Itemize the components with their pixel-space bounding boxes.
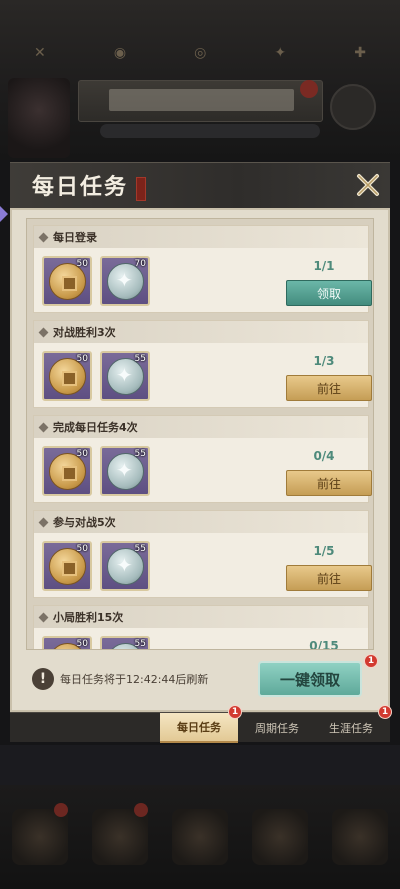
reward-count: 50 [76, 354, 88, 364]
go-button[interactable]: 前往 [286, 565, 372, 591]
claim-button[interactable]: 领取 [286, 280, 372, 306]
reward-item[interactable]: 50 [42, 351, 92, 401]
task-item: 对战胜利3次 50 55 1/3 前往 [33, 320, 372, 408]
task-item: 完成每日任务4次 50 55 0/4 前往 [33, 415, 372, 503]
task-progress: 1/5 [313, 544, 335, 558]
bg-star-icon: ✦ [274, 45, 287, 61]
reward-item[interactable]: 55 [100, 446, 150, 496]
bg-nav-icon [12, 803, 68, 865]
reward-item[interactable]: 55 [100, 636, 150, 649]
task-name: 完成每日任务4次 [53, 421, 138, 434]
seal-stamp-icon [136, 177, 146, 201]
background-chat [0, 745, 400, 785]
task-name: 参与对战5次 [53, 516, 116, 529]
dialog-body: 每日登录50701/1领取对战胜利3次50551/3前往完成每日任务4次5055… [10, 208, 390, 712]
task-header: 对战胜利3次 [34, 321, 368, 343]
reward-count: 50 [76, 639, 88, 649]
reward-count: 55 [134, 354, 146, 364]
tab-periodic-tasks[interactable]: 周期任务 [238, 713, 316, 743]
task-progress: 1/1 [313, 259, 335, 273]
background-bottom-nav [0, 785, 400, 889]
background-badge [300, 80, 318, 98]
bg-nav-icon [92, 803, 148, 865]
task-header: 参与对战5次 [34, 511, 368, 533]
dialog-title: 每日任务 [32, 174, 129, 200]
bg-close-icon: ✕ [34, 45, 46, 61]
dialog-header: 每日任务 [10, 162, 390, 208]
go-button[interactable]: 前往 [286, 375, 372, 401]
bg-nav-icon [332, 809, 388, 865]
task-progress: 1/3 [313, 354, 335, 368]
diamond-bullet-icon [38, 232, 49, 242]
close-button[interactable] [352, 169, 384, 201]
reward-count: 50 [76, 449, 88, 459]
task-header: 小局胜利15次 [34, 606, 368, 628]
side-arrow-icon [0, 206, 8, 222]
bg-add-icon: ✚ [354, 45, 366, 61]
reward-count: 55 [134, 449, 146, 459]
diamond-bullet-icon [38, 612, 49, 622]
claim-all-button[interactable]: 一键领取 [258, 661, 362, 697]
task-list[interactable]: 每日登录50701/1领取对战胜利3次50551/3前往完成每日任务4次5055… [26, 218, 374, 650]
task-name: 每日登录 [53, 231, 97, 244]
diamond-bullet-icon [38, 517, 49, 527]
task-item: 小局胜利15次 50 55 0/15 [33, 605, 369, 650]
claim-all-badge: 1 [364, 654, 378, 668]
reward-count: 55 [134, 639, 146, 649]
reward-count: 70 [134, 259, 146, 269]
task-header: 每日登录 [34, 226, 368, 248]
dialog-footer: ! 每日任务将于12:42:44后刷新 一键领取 1 [26, 654, 378, 704]
task-item: 每日登录 50 70 1/1 领取 [33, 225, 372, 313]
notice-icon: ! [32, 668, 54, 690]
task-tabs: 每日任务 1 周期任务 生涯任务 1 [10, 705, 392, 743]
reward-count: 55 [134, 544, 146, 554]
bg-currency-icon: ◉ [113, 45, 127, 61]
refresh-notice: 每日任务将于12:42:44后刷新 [60, 673, 209, 686]
task-progress: 0/4 [313, 449, 335, 463]
background-progress-bar [100, 124, 320, 138]
task-name: 对战胜利3次 [53, 326, 116, 339]
reward-item[interactable]: 50 [42, 636, 92, 649]
bg-nav-icon [252, 809, 308, 865]
reward-item[interactable]: 50 [42, 256, 92, 306]
tab-career-tasks[interactable]: 生涯任务 [312, 713, 390, 743]
task-name: 小局胜利15次 [53, 611, 124, 624]
tab-daily-tasks[interactable]: 每日任务 [160, 713, 238, 743]
close-x-icon [357, 174, 379, 196]
background-banner [78, 80, 323, 122]
bg-currency-icon: ◎ [194, 45, 207, 61]
task-header: 完成每日任务4次 [34, 416, 368, 438]
daily-task-dialog: 每日任务 每日登录50701/1领取对战胜利3次50551/3前往完成每日任务4… [10, 162, 392, 743]
reward-item[interactable]: 50 [42, 541, 92, 591]
go-button[interactable]: 前往 [286, 470, 372, 496]
reward-count: 50 [76, 259, 88, 269]
background-avatar [8, 78, 70, 158]
reward-item[interactable]: 55 [100, 541, 150, 591]
diamond-bullet-icon [38, 327, 49, 337]
reward-count: 50 [76, 544, 88, 554]
task-item: 参与对战5次 50 55 1/5 前往 [33, 510, 372, 598]
background-round-button [330, 84, 376, 130]
bg-nav-icon [172, 809, 228, 865]
background-top-bar: ✕ ◉ ◎ ✦ ✚ [0, 38, 400, 68]
reward-item[interactable]: 70 [100, 256, 150, 306]
reward-item[interactable]: 50 [42, 446, 92, 496]
reward-item[interactable]: 55 [100, 351, 150, 401]
diamond-bullet-icon [38, 422, 49, 432]
task-progress: 0/15 [309, 639, 339, 650]
tab-career-badge: 1 [378, 705, 392, 719]
